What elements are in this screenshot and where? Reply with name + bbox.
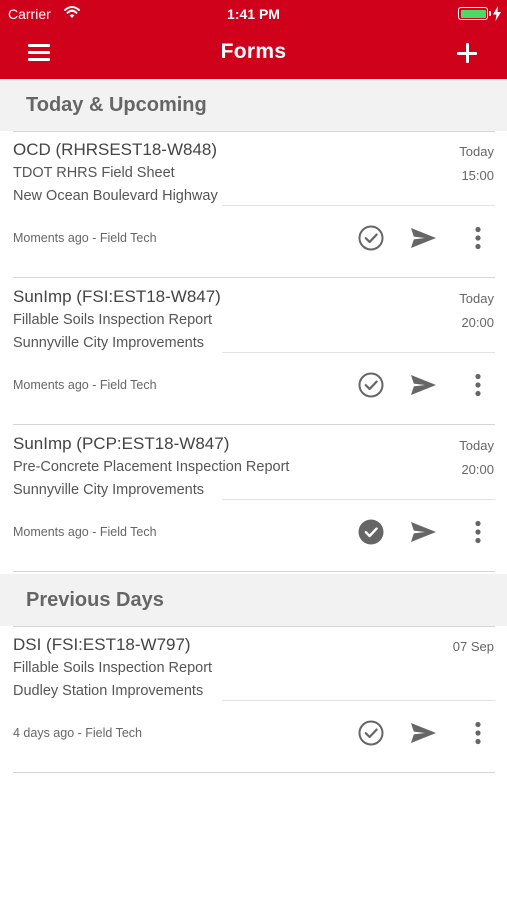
form-title: SunImp (PCP:EST18-W847)	[13, 434, 230, 453]
form-title: SunImp (FSI:EST18-W847)	[13, 287, 221, 306]
status-time: 1:41 PM	[227, 6, 280, 22]
form-project: Dudley Station Improvements	[13, 683, 204, 699]
form-title: OCD (RHRSEST18-W848)	[13, 140, 218, 159]
send-icon[interactable]	[408, 718, 438, 748]
form-type: TDOT RHRS Field Sheet	[13, 165, 175, 181]
form-date: 07 Sep	[452, 639, 494, 654]
page-title: Forms	[220, 40, 287, 63]
form-project: New Ocean Boulevard Highway	[13, 188, 218, 204]
form-meta: Moments ago - Field Tech	[13, 525, 157, 539]
check-circle-icon[interactable]	[356, 223, 386, 253]
divider	[13, 424, 495, 425]
more-vertical-icon[interactable]	[463, 718, 493, 748]
form-card[interactable]: SunImp (PCP:EST18-W847) Pre-Concrete Pla…	[0, 426, 507, 572]
form-date: Today	[459, 291, 494, 306]
form-type: Fillable Soils Inspection Report	[13, 660, 213, 676]
divider	[13, 571, 495, 572]
form-meta: 4 days ago - Field Tech	[13, 726, 143, 740]
section-title: Today & Upcoming	[26, 94, 207, 116]
charging-bolt-icon	[493, 6, 501, 21]
form-project: Sunnyville City Improvements	[13, 335, 204, 351]
more-vertical-icon[interactable]	[463, 370, 493, 400]
divider	[222, 352, 495, 353]
check-circle-icon[interactable]	[356, 370, 386, 400]
add-form-button[interactable]	[455, 41, 479, 65]
section-header-today: Today & Upcoming	[0, 79, 507, 131]
send-icon[interactable]	[408, 517, 438, 547]
divider	[13, 772, 495, 773]
nav-bar: Forms	[0, 28, 507, 79]
form-date: Today	[459, 144, 494, 159]
form-date: Today	[459, 438, 494, 453]
form-card[interactable]: SunImp (FSI:EST18-W847) Fillable Soils I…	[0, 279, 507, 425]
status-bar: Carrier 1:41 PM	[0, 0, 507, 28]
form-time: 20:00	[461, 462, 494, 477]
form-meta: Moments ago - Field Tech	[13, 231, 157, 245]
form-card[interactable]: DSI (FSI:EST18-W797) Fillable Soils Insp…	[0, 627, 507, 773]
divider	[13, 277, 495, 278]
send-icon[interactable]	[408, 223, 438, 253]
section-title: Previous Days	[26, 589, 164, 611]
form-type: Fillable Soils Inspection Report	[13, 312, 213, 328]
form-project: Sunnyville City Improvements	[13, 482, 204, 498]
more-vertical-icon[interactable]	[463, 223, 493, 253]
battery-tip	[489, 11, 491, 16]
section-header-previous: Previous Days	[0, 574, 507, 626]
divider	[222, 700, 495, 701]
form-type: Pre-Concrete Placement Inspection Report	[13, 459, 290, 475]
form-meta: Moments ago - Field Tech	[13, 378, 157, 392]
battery-icon	[458, 7, 488, 20]
form-title: DSI (FSI:EST18-W797)	[13, 635, 191, 654]
form-card[interactable]: OCD (RHRSEST18-W848) TDOT RHRS Field She…	[0, 132, 507, 278]
app-header: Carrier 1:41 PM Forms	[0, 0, 507, 79]
send-icon[interactable]	[408, 370, 438, 400]
form-time: 15:00	[461, 168, 494, 183]
divider	[222, 205, 495, 206]
divider	[222, 499, 495, 500]
form-time: 20:00	[461, 315, 494, 330]
more-vertical-icon[interactable]	[463, 517, 493, 547]
check-circle-filled-icon[interactable]	[356, 517, 386, 547]
check-circle-icon[interactable]	[356, 718, 386, 748]
